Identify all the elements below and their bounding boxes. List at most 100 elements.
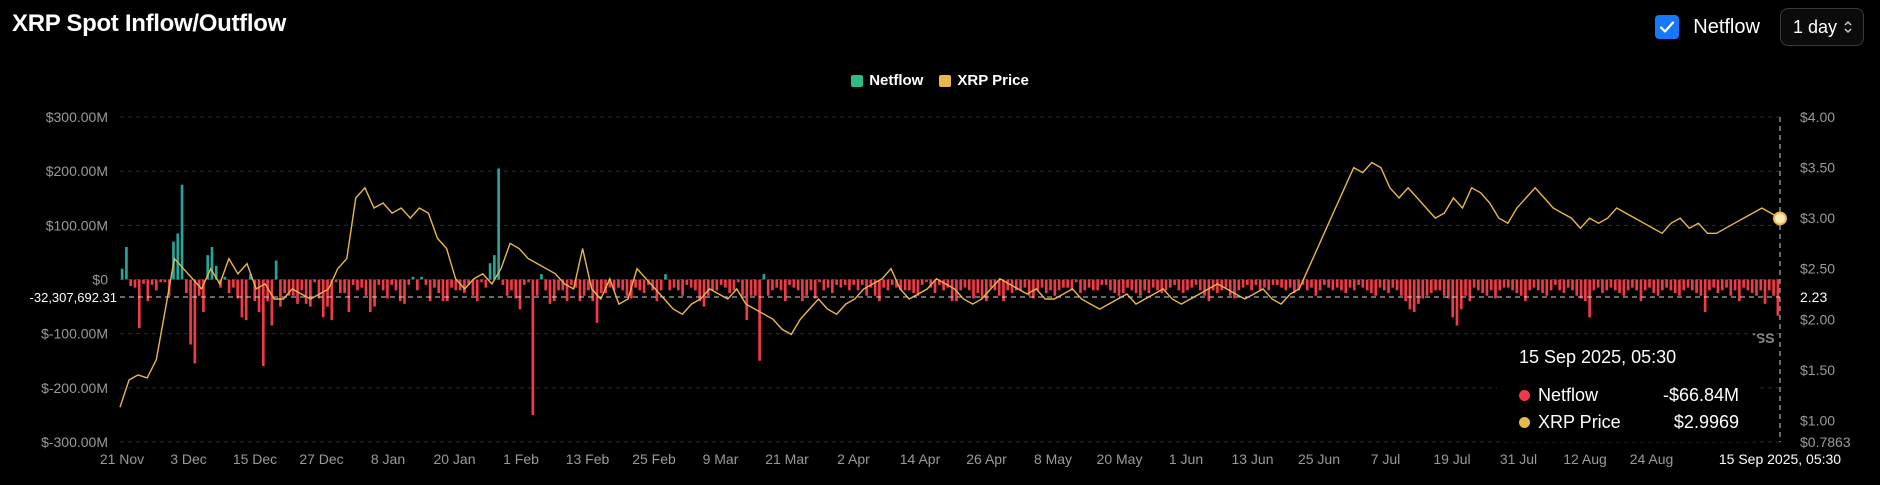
netflow-bar xyxy=(544,279,548,291)
netflow-bar xyxy=(1211,279,1215,291)
price-point-marker xyxy=(1773,211,1787,226)
netflow-bar xyxy=(1708,279,1711,291)
netflow-bar xyxy=(283,279,287,294)
netflow-bar xyxy=(578,279,582,302)
netflow-bar xyxy=(510,279,513,291)
netflow-bar xyxy=(1228,279,1232,296)
netflow-bar xyxy=(540,274,543,280)
netflow-bar xyxy=(826,279,830,288)
netflow-bar xyxy=(386,279,389,299)
netflow-bar xyxy=(1417,279,1420,304)
netflow-bar xyxy=(694,279,697,291)
netflow-bar xyxy=(831,279,834,294)
netflow-bar xyxy=(1104,279,1108,285)
netflow-bar xyxy=(809,279,813,291)
netflow-bar xyxy=(1596,279,1600,288)
netflow-bar xyxy=(232,279,235,288)
y-axis-left-tick: $100.00M xyxy=(46,217,108,233)
netflow-bar xyxy=(1275,279,1279,285)
x-axis-tick: 8 Jan xyxy=(371,451,405,467)
netflow-bar xyxy=(433,279,436,288)
netflow-bar xyxy=(291,279,295,296)
x-axis-tick: 19 Jul xyxy=(1433,451,1470,467)
netflow-bar xyxy=(1656,279,1660,296)
netflow-bar xyxy=(1477,279,1480,291)
netflow-bar xyxy=(1348,279,1352,288)
netflow-bar xyxy=(1588,279,1591,318)
netflow-bar xyxy=(908,279,911,291)
netflow-bar xyxy=(805,279,809,296)
netflow-bar xyxy=(681,279,684,296)
netflow-bar xyxy=(1023,279,1027,288)
netflow-bar xyxy=(274,260,278,280)
netflow-bar xyxy=(1631,279,1634,288)
netflow-bar xyxy=(120,268,124,280)
netflow-bar xyxy=(339,279,342,294)
netflow-bar xyxy=(261,279,265,367)
tooltip-row-netflow: Netflow -$66.84M xyxy=(1519,385,1739,406)
netflow-bar xyxy=(599,279,603,294)
netflow-bar xyxy=(514,279,518,299)
netflow-bar xyxy=(1357,279,1360,285)
netflow-bar xyxy=(890,279,894,285)
netflow-bar xyxy=(1177,279,1181,291)
netflow-bar xyxy=(1421,279,1425,299)
netflow-bar xyxy=(1635,279,1639,291)
netflow-bar xyxy=(1207,279,1211,302)
netflow-bar xyxy=(886,279,890,291)
netflow-bar xyxy=(1121,279,1125,294)
y-axis-right-tick: $1.50 xyxy=(1800,362,1835,378)
x-axis-tick: 26 Apr xyxy=(966,451,1007,467)
y-axis-right-tick: $2.50 xyxy=(1800,261,1835,277)
netflow-bar xyxy=(976,279,980,294)
netflow-bar xyxy=(347,279,351,312)
netflow-bar xyxy=(300,279,304,291)
netflow-bar xyxy=(1729,279,1733,296)
netflow-bar xyxy=(159,279,162,283)
netflow-bar xyxy=(702,279,706,307)
netflow-bar xyxy=(390,279,394,285)
netflow-bar xyxy=(754,279,757,296)
netflow-bar xyxy=(1609,279,1613,288)
netflow-bar xyxy=(1126,279,1129,288)
netflow-bar xyxy=(1468,279,1472,302)
netflow-bar xyxy=(1601,279,1604,294)
netflow-bar xyxy=(565,279,569,302)
netflow-bar xyxy=(304,279,308,304)
netflow-bar xyxy=(1374,279,1378,296)
netflow-bar xyxy=(1682,279,1686,291)
netflow-bar xyxy=(1772,279,1775,296)
netflow-bar xyxy=(129,279,133,286)
x-axis-tick: 20 May xyxy=(1097,451,1143,467)
netflow-bar xyxy=(711,279,714,291)
netflow-bar xyxy=(1271,279,1275,285)
netflow-bar xyxy=(959,279,963,291)
y-axis-right-tick: $3.50 xyxy=(1800,160,1835,176)
netflow-bar xyxy=(796,279,800,291)
netflow-bar xyxy=(279,279,282,307)
netflow-bar xyxy=(925,279,928,283)
netflow-bar xyxy=(416,279,419,291)
x-axis-tick: 8 May xyxy=(1034,451,1072,467)
netflow-bar xyxy=(835,279,838,285)
netflow-bar xyxy=(505,279,509,296)
netflow-bar xyxy=(193,279,197,364)
netflow-bar xyxy=(475,279,479,302)
netflow-bar xyxy=(882,279,886,288)
netflow-bar xyxy=(783,279,787,302)
netflow-bar xyxy=(724,279,727,288)
netflow-bar xyxy=(1746,279,1750,291)
netflow-bar xyxy=(1049,279,1052,291)
x-axis-tick: 21 Mar xyxy=(765,451,809,467)
netflow-bar xyxy=(736,279,740,283)
x-axis-tick: 20 Jan xyxy=(433,451,475,467)
netflow-bar xyxy=(1169,279,1172,288)
netflow-bar xyxy=(980,279,984,299)
netflow-bar xyxy=(244,279,248,321)
netflow-bar xyxy=(912,279,915,294)
netflow-bar xyxy=(1562,279,1566,294)
netflow-bar xyxy=(1519,279,1523,296)
netflow-bar xyxy=(758,279,761,361)
netflow-bar xyxy=(668,279,672,291)
y-axis-right-tick: $4.00 xyxy=(1800,109,1835,125)
